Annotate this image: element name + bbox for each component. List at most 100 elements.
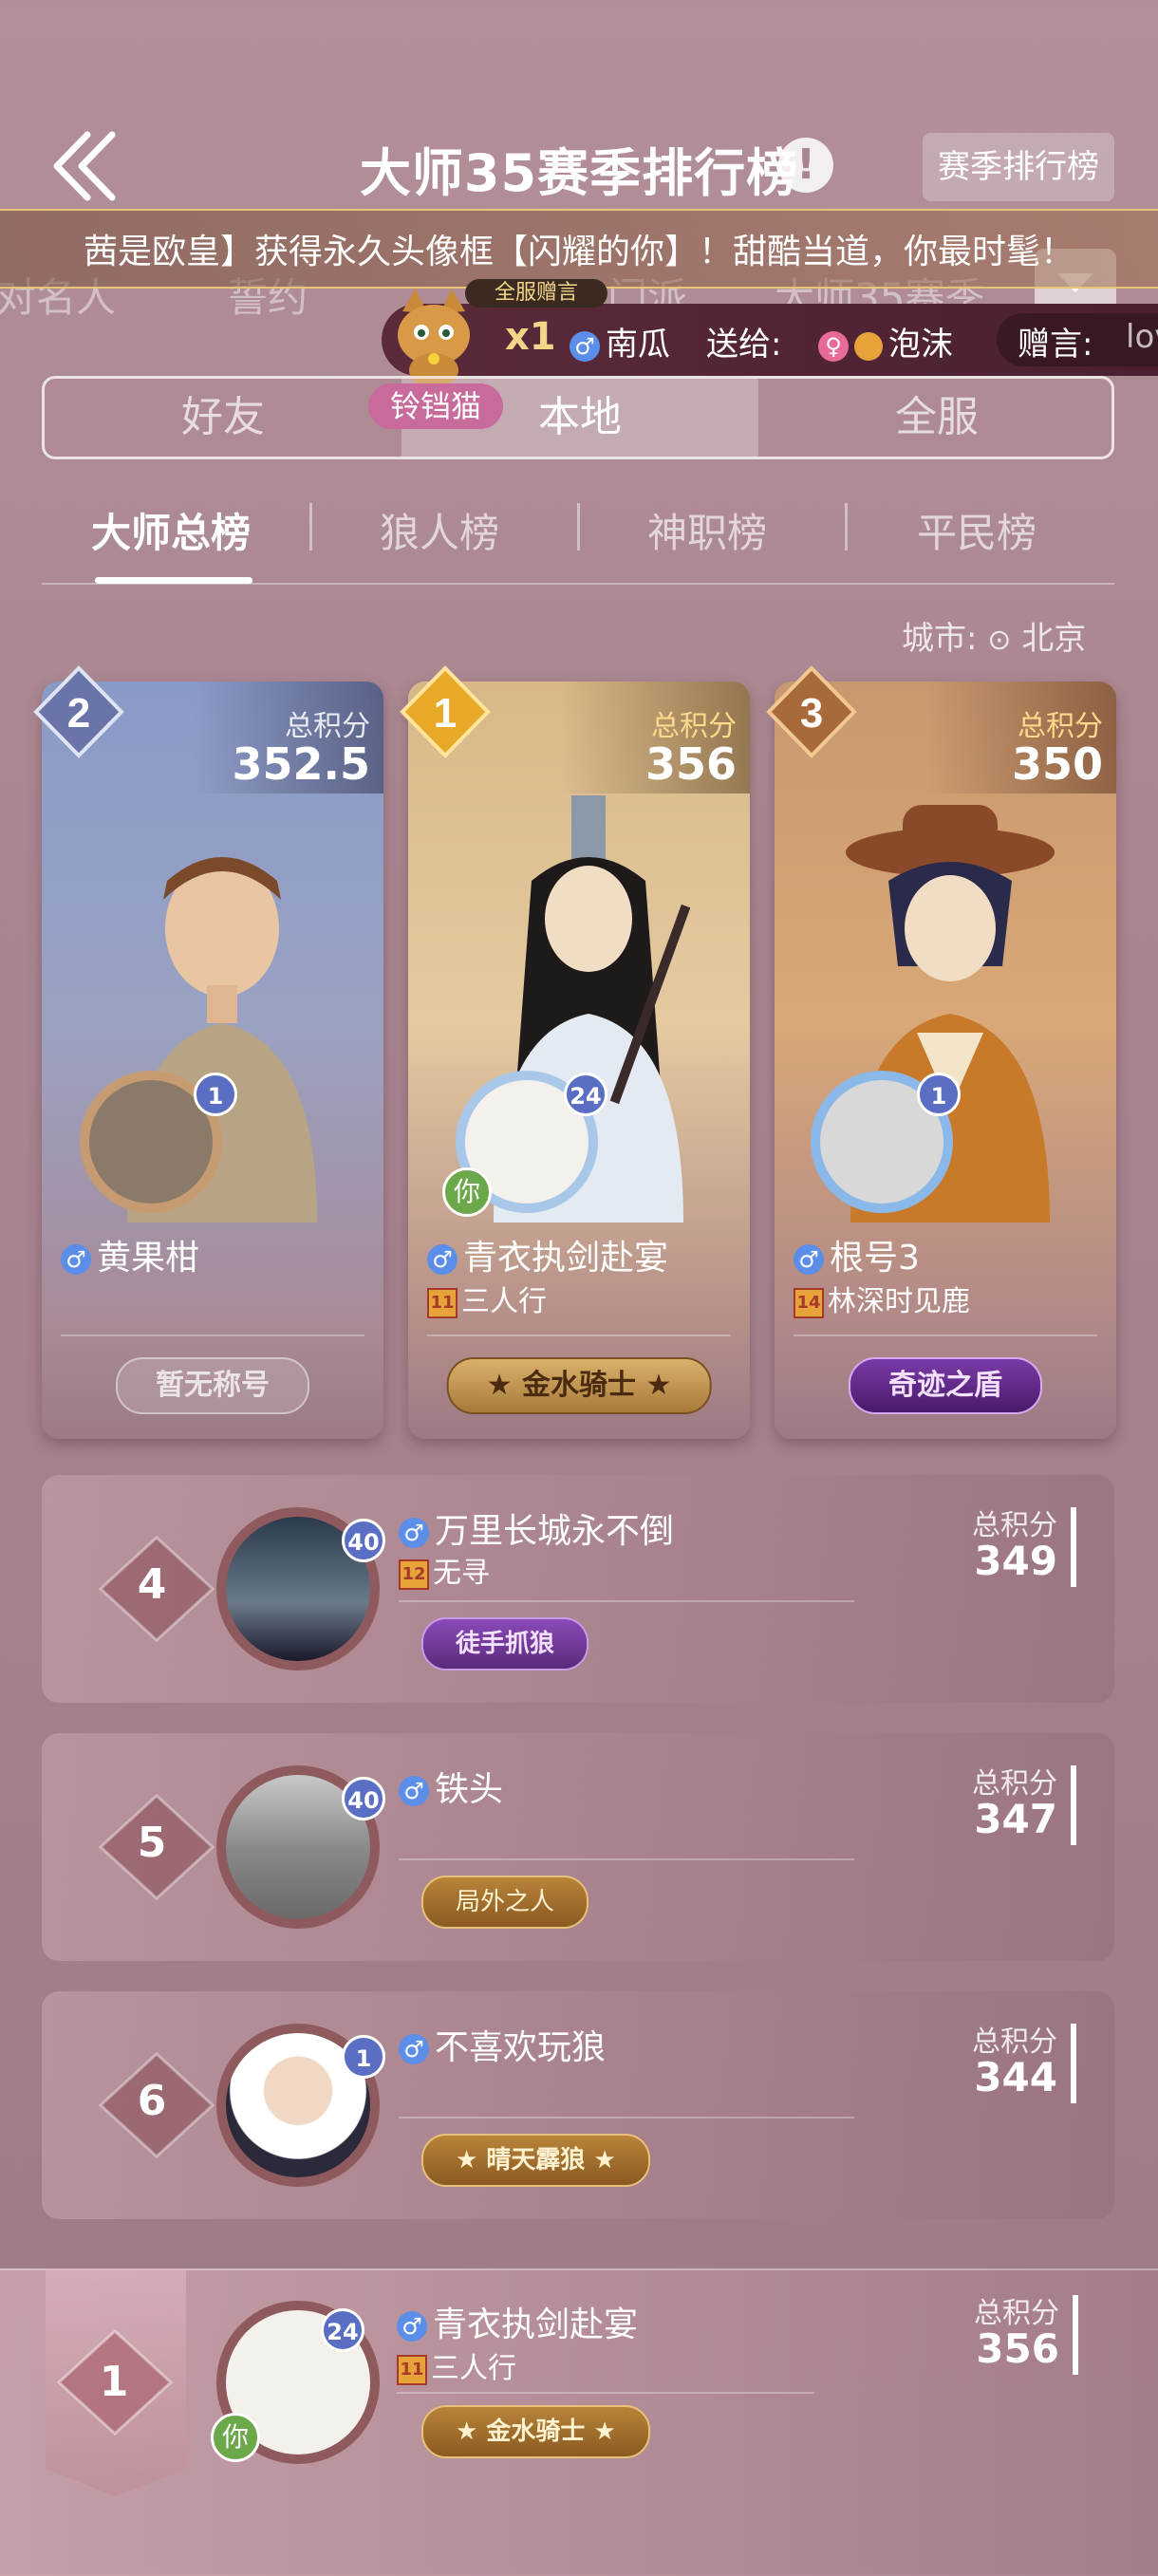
you-badge: 你: [442, 1167, 492, 1217]
svg-text:1: 1: [434, 690, 457, 737]
guild-name[interactable]: 14 林深时见鹿: [794, 1278, 970, 1319]
my-guild[interactable]: 11 三人行: [397, 2344, 516, 2386]
title-badge: 局外之人: [421, 1876, 589, 1929]
score-bar: [1071, 2024, 1076, 2103]
podium-card-rank-1[interactable]: 总积分 356 24 你 ♂ 青衣执剑赴宴 11 三人行 ★ 金水骑士 ★: [408, 681, 750, 1439]
level-badge: 40: [342, 1519, 385, 1562]
tab-master-total[interactable]: 大师总榜: [91, 501, 251, 559]
player-name[interactable]: ♂ 铁头: [399, 1762, 503, 1811]
rank-row[interactable]: 5 40 ♂ 铁头 局外之人 总积分 347: [42, 1733, 1114, 1961]
tab-divider: [577, 503, 580, 551]
marquee-text: 茜是欧皇】获得永久头像框【闪耀的你】！甜酷当道，你最时髦！: [84, 233, 1075, 271]
divider: [399, 1858, 854, 1860]
rank-number: 5: [137, 1819, 167, 1867]
title-badge: 徒手抓狼: [421, 1617, 589, 1671]
player-name[interactable]: ♂ 根号3: [794, 1230, 920, 1279]
level-badge: 1: [194, 1073, 237, 1116]
male-icon: ♂: [399, 1776, 429, 1806]
rank-row[interactable]: 6 1 ♂ 不喜欢玩狼 ★ 晴天霹狼 ★ 总积分 344: [42, 1991, 1114, 2219]
player-name[interactable]: ♂ 青衣执剑赴宴: [427, 1230, 668, 1279]
guild-tag: 14: [794, 1287, 824, 1318]
total-score: 344: [974, 2054, 1057, 2100]
score-bar: [1071, 1765, 1076, 1845]
star-icon: ★: [486, 1369, 522, 1402]
star-icon: ★: [636, 1369, 672, 1402]
server-gift-badge: 全服赠言: [465, 279, 607, 308]
location-pin-icon: ⊙: [987, 624, 1012, 657]
rank-2-crown-icon: 2: [27, 664, 131, 769]
svg-text:2: 2: [67, 690, 90, 737]
level-badge: 24: [321, 2308, 364, 2352]
player-name[interactable]: ♂ 不喜欢玩狼: [399, 2020, 606, 2069]
star-icon: ★: [456, 2146, 487, 2175]
guild-name[interactable]: 11 三人行: [427, 1278, 547, 1319]
guild-name[interactable]: 12 无寻: [399, 1549, 490, 1591]
my-rank-number: 1: [99, 2358, 129, 2406]
score-bar: [1071, 1507, 1076, 1587]
tab-server[interactable]: 全服: [758, 379, 1115, 457]
guild-tag: 11: [427, 1287, 458, 1318]
divider: [427, 1335, 731, 1336]
message-preview: lov: [1126, 318, 1158, 356]
guild-tag: 12: [399, 1559, 429, 1590]
send-label: 送给:: [706, 326, 782, 364]
level-badge: 1: [342, 2035, 385, 2079]
gift-sender: ♂ 南瓜: [570, 318, 670, 364]
score-bar: [1073, 2295, 1078, 2375]
female-icon: ♀: [818, 330, 849, 362]
tab-god[interactable]: 神职榜: [647, 501, 767, 559]
total-score: 356: [644, 738, 737, 790]
city-selector[interactable]: 城市: ⊙ 北京: [902, 612, 1086, 659]
podium-card-rank-3[interactable]: 总积分 350 1 ♂ 根号3 14 林深时见鹿 奇迹之盾: [775, 681, 1116, 1439]
level-badge: 24: [564, 1073, 607, 1116]
my-total-score: 356: [976, 2325, 1059, 2372]
podium-card-rank-2[interactable]: 总积分 352.5 1 ♂ 黄果柑 暂无称号: [42, 681, 383, 1439]
guild-tag: 11: [397, 2354, 427, 2385]
level-badge: 40: [342, 1777, 385, 1820]
title-badge: ★ 金水骑士 ★: [446, 1357, 712, 1414]
player-name[interactable]: ♂ 万里长城永不倒: [399, 1503, 674, 1553]
title-badge: 奇迹之盾: [849, 1357, 1042, 1414]
info-icon[interactable]: !: [778, 138, 833, 193]
scope-tabs: 好友 本地 全服: [42, 376, 1114, 459]
gift-receiver: ♀ 泡沫: [818, 318, 953, 364]
male-icon: ♂: [427, 1244, 458, 1275]
my-name[interactable]: ♂ 青衣执剑赴宴: [397, 2297, 638, 2346]
city-label: 城市:: [902, 620, 978, 658]
season-ranking-button[interactable]: 赛季排行榜: [923, 133, 1114, 201]
title-badge: ★ 晴天霹狼 ★: [421, 2134, 650, 2187]
star-icon: ★: [585, 2146, 616, 2175]
you-badge: 你: [211, 2413, 260, 2462]
tab-friends[interactable]: 好友: [45, 379, 402, 457]
tab-werewolf[interactable]: 狼人榜: [380, 501, 499, 559]
message-label: 赠言:: [1018, 326, 1093, 364]
tab-villager[interactable]: 平民榜: [917, 501, 1037, 559]
tab-divider: [309, 503, 312, 551]
gift-count: x1: [505, 315, 556, 359]
total-score: 350: [1011, 738, 1103, 790]
divider: [399, 2117, 854, 2119]
total-score: 352.5: [232, 738, 370, 790]
crown-icon: [854, 331, 883, 361]
level-badge: 1: [917, 1073, 961, 1116]
star-icon: ★: [585, 2417, 616, 2446]
male-icon: ♂: [794, 1244, 824, 1275]
rank-1-crown-icon: 1: [393, 664, 497, 769]
tab-divider: [845, 503, 848, 551]
active-tab-indicator: [95, 577, 252, 584]
divider: [397, 2392, 814, 2394]
rank-number: 6: [137, 2077, 167, 2125]
city-value: 北京: [1021, 620, 1087, 658]
player-name[interactable]: ♂ 黄果柑: [61, 1230, 199, 1279]
divider: [794, 1335, 1097, 1336]
divider: [61, 1335, 364, 1336]
rank-row[interactable]: 4 40 ♂ 万里长城永不倒 12 无寻 徒手抓狼 总积分 349: [42, 1475, 1114, 1703]
male-icon: ♂: [570, 330, 600, 362]
svg-text:3: 3: [800, 690, 823, 737]
rank-number: 4: [137, 1560, 167, 1609]
my-title-badge: ★ 金水骑士 ★: [421, 2405, 650, 2458]
rank-3-crown-icon: 3: [759, 664, 864, 769]
divider: [399, 1600, 854, 1602]
total-score: 349: [974, 1538, 1057, 1584]
male-icon: ♂: [399, 1518, 429, 1548]
